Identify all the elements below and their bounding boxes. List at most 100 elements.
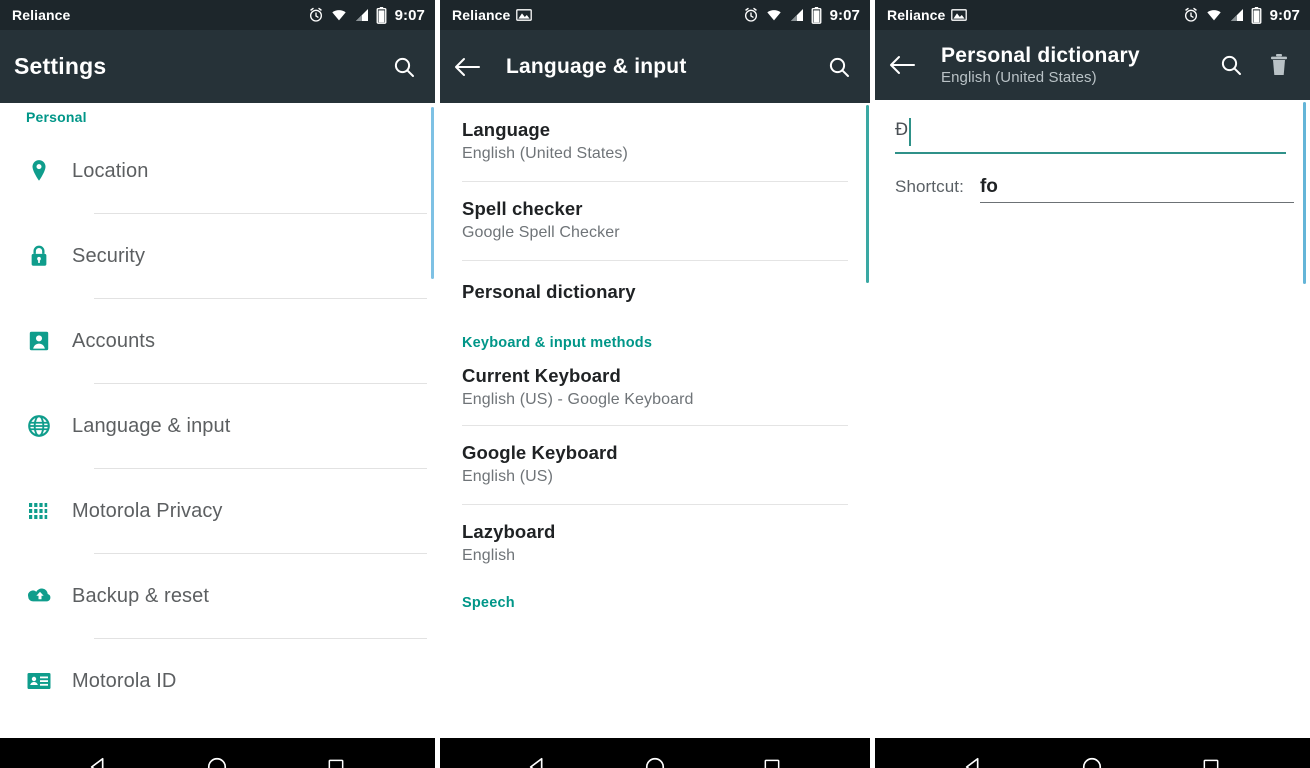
shortcut-row: Shortcut: fo bbox=[875, 154, 1310, 203]
scrollbar-thumb[interactable] bbox=[866, 105, 869, 283]
language-input-app-bar: Language & input bbox=[440, 30, 870, 103]
settings-row-label: Motorola Privacy bbox=[72, 499, 223, 522]
nav-home-button[interactable] bbox=[189, 747, 245, 768]
status-bar-right: 9:07 bbox=[308, 6, 425, 24]
status-bar: Reliance 9:07 bbox=[440, 0, 870, 30]
settings-row-language-input[interactable]: Language & input bbox=[0, 384, 435, 468]
back-arrow-icon[interactable] bbox=[889, 54, 923, 76]
nav-home-button[interactable] bbox=[1064, 747, 1120, 768]
section-header-speech: Speech bbox=[462, 595, 515, 611]
page-title: Personal dictionary bbox=[941, 44, 1140, 67]
word-field[interactable]: Ð bbox=[875, 100, 1310, 154]
settings-row-security[interactable]: Security bbox=[0, 214, 435, 298]
nav-recents-button[interactable] bbox=[1183, 747, 1239, 768]
text-caret bbox=[909, 118, 911, 146]
battery-icon bbox=[1251, 6, 1262, 24]
list-item-google-keyboard[interactable]: Google Keyboard English (US) bbox=[440, 426, 870, 504]
navigation-bar bbox=[875, 738, 1310, 768]
list-item-title: Personal dictionary bbox=[462, 281, 636, 302]
status-bar-right: 9:07 bbox=[1183, 6, 1300, 24]
settings-row-label: Security bbox=[72, 244, 146, 267]
shortcut-label: Shortcut: bbox=[895, 177, 964, 196]
carrier-label: Reliance bbox=[452, 7, 511, 23]
status-bar: Reliance 9:07 bbox=[875, 0, 1310, 30]
account-icon bbox=[26, 328, 72, 354]
nav-back-button[interactable] bbox=[71, 747, 127, 768]
shortcut-input[interactable]: fo bbox=[979, 176, 1294, 203]
search-icon[interactable] bbox=[1214, 53, 1248, 77]
settings-row-label: Language & input bbox=[72, 414, 231, 437]
nav-home-button[interactable] bbox=[627, 747, 683, 768]
search-icon[interactable] bbox=[822, 55, 856, 79]
alarm-icon bbox=[308, 7, 324, 23]
list-item-subtitle: Google Spell Checker bbox=[462, 224, 620, 241]
word-input[interactable]: Ð bbox=[895, 118, 1294, 152]
settings-list[interactable]: Personal Location Security Accounts Lang… bbox=[0, 103, 435, 738]
nav-back-button[interactable] bbox=[946, 747, 1002, 768]
three-panel-screenshot: Reliance 9:07 Settings Personal Location… bbox=[0, 0, 1310, 768]
list-item-current-keyboard[interactable]: Current Keyboard English (US) - Google K… bbox=[440, 359, 870, 425]
list-item-subtitle: English bbox=[462, 547, 516, 564]
lock-icon bbox=[26, 243, 72, 269]
status-bar-left: Reliance bbox=[12, 7, 308, 23]
clock-label: 9:07 bbox=[829, 6, 860, 24]
nav-recents-button[interactable] bbox=[308, 747, 364, 768]
wifi-icon bbox=[1205, 7, 1223, 23]
trash-icon[interactable] bbox=[1262, 53, 1296, 77]
panel-language-input: Reliance 9:07 Language & input Language … bbox=[440, 0, 870, 768]
scrollbar-thumb[interactable] bbox=[431, 107, 434, 279]
battery-icon bbox=[811, 6, 822, 24]
navigation-bar bbox=[0, 738, 435, 768]
settings-row-label: Location bbox=[72, 159, 149, 182]
wifi-icon bbox=[330, 7, 348, 23]
status-bar: Reliance 9:07 bbox=[0, 0, 435, 30]
page-subtitle: English (United States) bbox=[941, 69, 1097, 86]
alarm-icon bbox=[743, 7, 759, 23]
list-item-subtitle: English (United States) bbox=[462, 145, 628, 162]
settings-row-backup-reset[interactable]: Backup & reset bbox=[0, 554, 435, 638]
settings-row-motorola-privacy[interactable]: Motorola Privacy bbox=[0, 469, 435, 553]
id-card-icon bbox=[26, 670, 72, 692]
alarm-icon bbox=[1183, 7, 1199, 23]
language-input-list[interactable]: Language English (United States) Spell c… bbox=[440, 103, 870, 738]
clock-label: 9:07 bbox=[1269, 6, 1300, 24]
list-item-subtitle: English (US) - Google Keyboard bbox=[462, 391, 694, 408]
personal-dictionary-app-bar: Personal dictionary English (United Stat… bbox=[875, 30, 1310, 100]
section-header-keyboard: Keyboard & input methods bbox=[462, 335, 653, 351]
fence-icon bbox=[26, 499, 72, 523]
nav-back-button[interactable] bbox=[510, 747, 566, 768]
nav-recents-button[interactable] bbox=[744, 747, 800, 768]
list-item-spell-checker[interactable]: Spell checker Google Spell Checker bbox=[440, 182, 870, 260]
settings-row-motorola-id[interactable]: Motorola ID bbox=[0, 639, 435, 723]
list-item-personal-dictionary[interactable]: Personal dictionary bbox=[440, 261, 870, 325]
list-item-title: Lazyboard bbox=[462, 521, 556, 542]
word-input-underline bbox=[895, 152, 1286, 154]
carrier-label: Reliance bbox=[887, 7, 946, 23]
wifi-icon bbox=[765, 7, 783, 23]
shortcut-input-underline bbox=[979, 202, 1294, 203]
settings-row-accounts[interactable]: Accounts bbox=[0, 299, 435, 383]
page-title: Language & input bbox=[506, 54, 687, 78]
section-header-personal: Personal bbox=[26, 109, 87, 125]
settings-row-location[interactable]: Location bbox=[0, 129, 435, 213]
search-icon[interactable] bbox=[387, 55, 421, 79]
signal-icon bbox=[1229, 7, 1245, 23]
list-item-language[interactable]: Language English (United States) bbox=[440, 103, 870, 181]
settings-row-label: Backup & reset bbox=[72, 584, 210, 607]
panel-settings: Reliance 9:07 Settings Personal Location… bbox=[0, 0, 435, 768]
personal-dictionary-form[interactable]: Ð Shortcut: fo bbox=[875, 100, 1310, 738]
scrollbar-thumb[interactable] bbox=[1303, 102, 1306, 284]
status-bar-left: Reliance bbox=[887, 7, 1183, 23]
location-pin-icon bbox=[26, 158, 72, 184]
battery-icon bbox=[376, 6, 387, 24]
status-bar-left: Reliance bbox=[452, 7, 743, 23]
image-icon bbox=[951, 8, 968, 22]
settings-app-bar: Settings bbox=[0, 30, 435, 103]
shortcut-input-value: fo bbox=[979, 176, 998, 197]
clock-label: 9:07 bbox=[394, 6, 425, 24]
panel-personal-dictionary: Reliance 9:07 Personal dictionary Englis… bbox=[875, 0, 1310, 768]
list-item-lazyboard[interactable]: Lazyboard English bbox=[440, 505, 870, 583]
list-item-title: Language bbox=[462, 119, 551, 140]
back-arrow-icon[interactable] bbox=[454, 56, 488, 78]
title-block: Personal dictionary English (United Stat… bbox=[941, 44, 1140, 86]
